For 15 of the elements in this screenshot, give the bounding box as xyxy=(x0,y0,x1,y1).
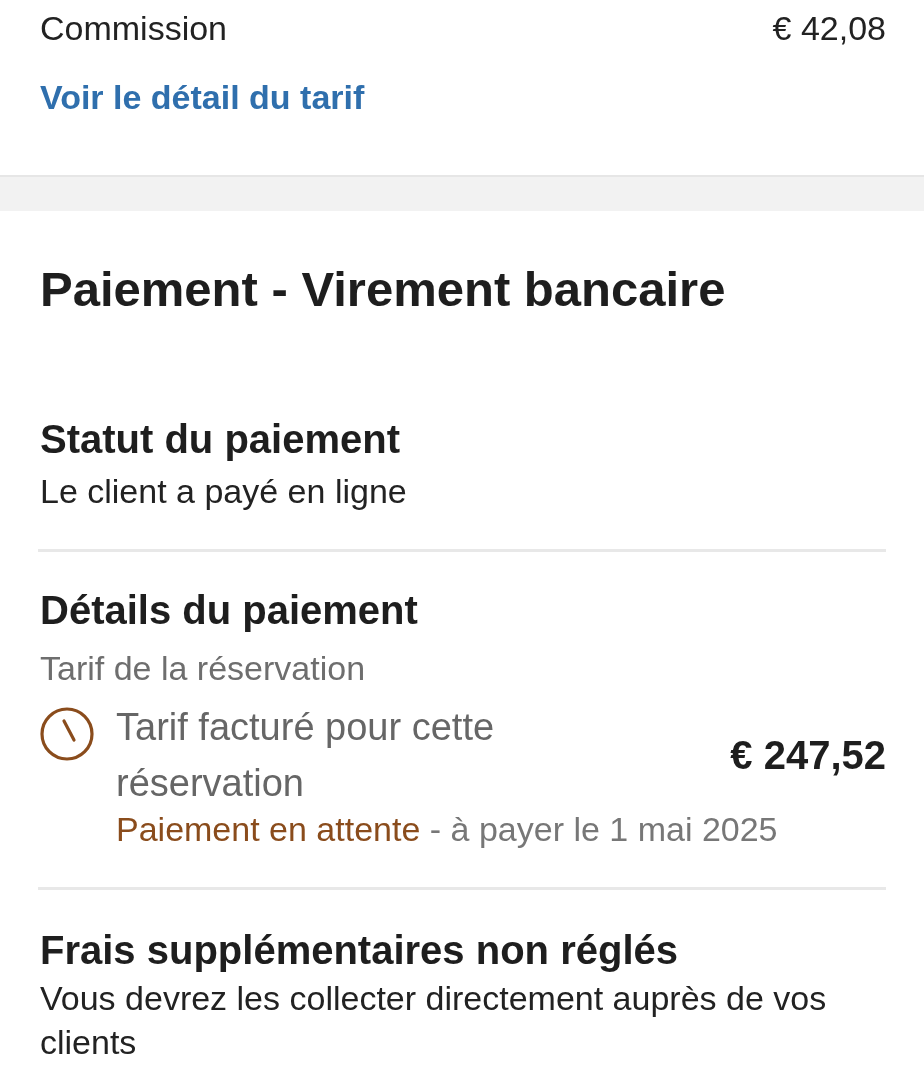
status-text: Le client a payé en ligne xyxy=(40,471,408,511)
clock-icon xyxy=(40,707,94,761)
rate-amount: € 247,52 xyxy=(730,732,886,779)
section-title: Paiement - Virement bancaire xyxy=(40,261,727,317)
extra-fees-heading: Frais supplémentaires non réglés xyxy=(40,927,679,974)
details-subheading: Tarif de la réservation xyxy=(40,648,367,688)
due-date-text: - à payer le 1 mai 2025 xyxy=(428,810,778,848)
rate-label: Tarif facturé pour cette réservation xyxy=(116,705,496,806)
fee-amount: € 42,08 xyxy=(772,8,886,48)
fee-label: Commission xyxy=(40,8,228,48)
payment-status: Paiement en attente xyxy=(116,810,421,848)
extra-fees-text: Vous devrez les collecter directement auprès de vos clients xyxy=(40,978,828,1063)
details-heading: Détails du paiement xyxy=(40,587,419,634)
status-heading: Statut du paiement xyxy=(40,416,402,463)
rate-detail-link[interactable]: Voir le détail du tarif xyxy=(40,77,365,117)
